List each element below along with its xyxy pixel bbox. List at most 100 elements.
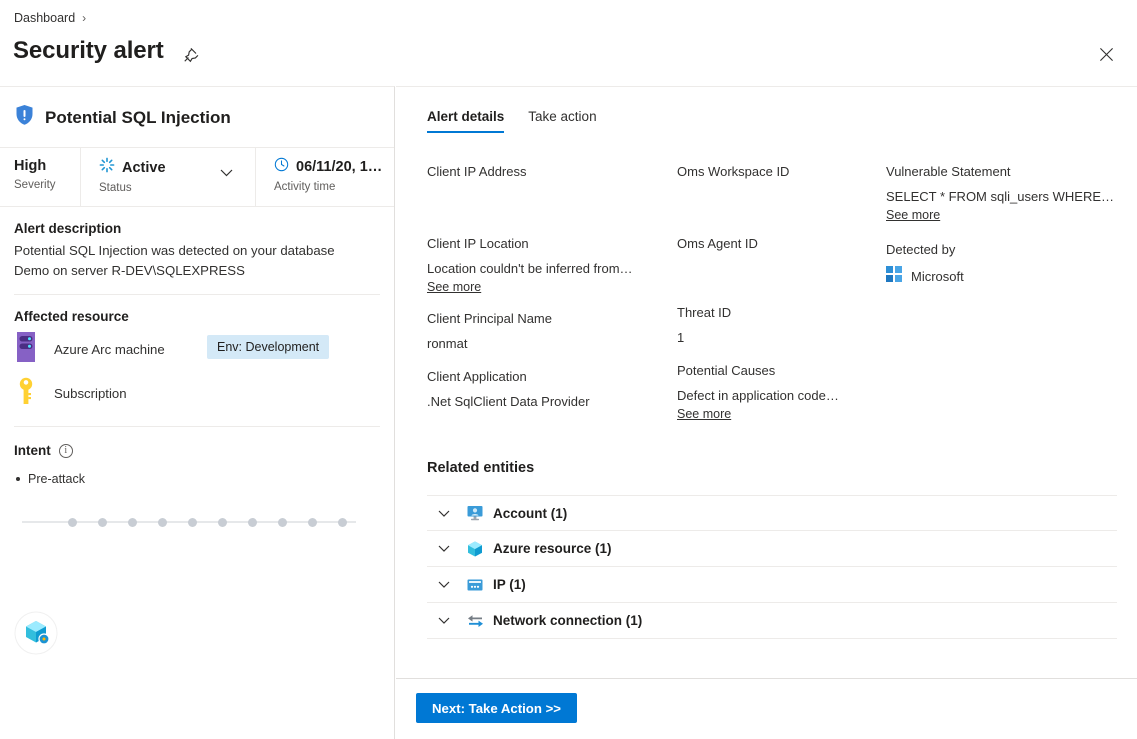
field-value: SELECT * FROM sqli_users WHERE… — [886, 189, 1115, 204]
related-entities-list: Account (1) Azure resource (1) IP (1) Ne… — [427, 495, 1117, 639]
related-entities-heading: Related entities — [427, 460, 535, 476]
status-label: Status — [99, 182, 132, 194]
alert-details-fields: Client IP Address Client IP Location Loc… — [396, 163, 1137, 428]
spinner-icon — [99, 157, 115, 178]
chevron-down-icon[interactable] — [427, 617, 461, 624]
field-value: Defect in application code… — [677, 388, 839, 403]
related-entity-label: Account (1) — [493, 505, 568, 521]
tab-alert-details[interactable]: Alert details — [427, 109, 505, 133]
kill-chain-dot[interactable] — [188, 517, 197, 527]
kill-chain-dot[interactable] — [98, 517, 107, 527]
affected-resource-label: Subscription — [54, 385, 127, 401]
affected-resource-item-subscription[interactable]: Subscription — [0, 374, 394, 412]
related-entity-ip[interactable]: IP (1) — [427, 567, 1117, 603]
shield-alert-icon — [14, 104, 35, 131]
intent-section: Intent i — [0, 427, 394, 458]
alert-name: Potential SQL Injection — [45, 107, 231, 127]
field-label: Vulnerable Statement — [886, 164, 1011, 179]
field-oms-agent-id: Oms Agent ID — [677, 235, 882, 304]
alert-description-section: Alert description Potential SQL Injectio… — [0, 207, 394, 280]
key-icon — [14, 375, 38, 412]
detected-by-value: Microsoft — [911, 269, 964, 284]
details-column-3: Vulnerable Statement SELECT * FROM sqli_… — [886, 163, 1136, 287]
field-value: .Net SqlClient Data Provider — [427, 394, 590, 409]
breadcrumb-dashboard-link[interactable]: Dashboard — [14, 11, 75, 25]
field-client-ip-location: Client IP Location Location couldn't be … — [427, 235, 677, 310]
tab-bar: Alert details Take action — [396, 87, 1137, 133]
see-more-link[interactable]: See more — [886, 208, 940, 222]
status-cell[interactable]: Active Status — [80, 148, 255, 206]
close-icon[interactable] — [1093, 41, 1119, 67]
field-client-application: Client Application .Net SqlClient Data P… — [427, 368, 677, 411]
chevron-down-icon[interactable] — [427, 510, 461, 517]
tab-take-action[interactable]: Take action — [528, 109, 596, 133]
bullet-icon — [16, 477, 20, 481]
intent-stage: Pre-attack — [0, 458, 394, 486]
field-label: Threat ID — [677, 305, 732, 320]
field-label: Oms Workspace ID — [677, 164, 790, 179]
field-value: ronmat — [427, 336, 468, 351]
activity-time-label: Activity time — [274, 181, 336, 193]
chevron-down-icon[interactable] — [427, 545, 461, 552]
field-client-ip-address: Client IP Address — [427, 163, 677, 235]
alert-meta-row: High Severity Active Status 06/11/20, 1…… — [0, 148, 394, 207]
field-vulnerable-statement: Vulnerable Statement SELECT * FROM sqli_… — [886, 163, 1136, 241]
kill-chain-dot[interactable] — [158, 517, 167, 527]
account-icon — [461, 504, 489, 522]
field-detected-by: Detected by Microsoft — [886, 241, 1136, 287]
next-take-action-button[interactable]: Next: Take Action >> — [416, 693, 577, 723]
chevron-down-icon[interactable] — [427, 581, 461, 588]
field-label: Detected by — [886, 242, 956, 257]
related-entity-network-connection[interactable]: Network connection (1) — [427, 603, 1117, 639]
activity-time-cell: 06/11/20, 1… Activity time — [255, 148, 394, 206]
field-value: 1 — [677, 330, 685, 345]
see-more-link[interactable]: See more — [677, 407, 731, 421]
right-pane: Alert details Take action Client IP Addr… — [396, 86, 1137, 739]
related-entity-account[interactable]: Account (1) — [427, 495, 1117, 531]
affected-resource-label: Azure Arc machine — [54, 341, 165, 357]
environment-tag: Env: Development — [207, 335, 330, 359]
page-title: Security alert — [13, 37, 164, 64]
details-column-2: Oms Workspace ID Oms Agent ID Threat ID … — [677, 163, 882, 423]
field-label: Oms Agent ID — [677, 236, 758, 251]
kill-chain-dot[interactable] — [338, 517, 347, 527]
footer-bar: Next: Take Action >> — [396, 678, 1137, 739]
kill-chain-dot[interactable] — [128, 517, 137, 527]
kill-chain-dot[interactable] — [278, 517, 287, 527]
affected-resource-heading: Affected resource — [14, 309, 129, 324]
network-connection-icon — [461, 612, 489, 630]
affected-resource-item-machine[interactable]: Azure Arc machine Env: Development — [0, 330, 394, 368]
breadcrumb: Dashboard › — [14, 11, 86, 25]
related-entity-label: Azure resource (1) — [493, 541, 612, 556]
field-value: Location couldn't be inferred from… — [427, 261, 633, 276]
activity-time-value: 06/11/20, 1… — [296, 159, 383, 175]
kill-chain-dot[interactable] — [218, 517, 227, 527]
kill-chain-dot[interactable] — [68, 517, 77, 527]
severity-label: Severity — [14, 179, 56, 191]
field-label: Client IP Address — [427, 164, 527, 179]
see-more-link[interactable]: See more — [427, 280, 481, 294]
field-label: Client Application — [427, 369, 527, 384]
azure-cube-icon — [461, 540, 489, 558]
kill-chain-dot[interactable] — [248, 517, 257, 527]
chevron-down-icon[interactable] — [220, 164, 233, 182]
kill-chain-dot[interactable] — [308, 517, 317, 527]
severity-cell: High Severity — [0, 148, 80, 206]
field-client-principal-name: Client Principal Name ronmat — [427, 310, 677, 368]
info-icon[interactable]: i — [58, 443, 73, 458]
kill-chain-timeline — [0, 494, 394, 550]
field-label: Client Principal Name — [427, 311, 552, 326]
ip-window-icon — [461, 576, 489, 594]
microsoft-logo-icon — [886, 266, 902, 287]
field-oms-workspace-id: Oms Workspace ID — [677, 163, 882, 235]
related-entity-label: Network connection (1) — [493, 613, 643, 628]
field-potential-causes: Potential Causes Defect in application c… — [677, 362, 882, 423]
server-icon — [14, 331, 38, 368]
breadcrumb-separator: › — [82, 11, 87, 25]
alert-description-heading: Alert description — [14, 221, 122, 236]
related-entity-azure-resource[interactable]: Azure resource (1) — [427, 531, 1117, 567]
pin-icon[interactable] — [178, 43, 202, 67]
azure-resource-gear-icon[interactable] — [14, 611, 58, 660]
security-alert-page: Dashboard › Security alert Potential SQL… — [0, 0, 1137, 739]
field-label: Client IP Location — [427, 236, 529, 251]
